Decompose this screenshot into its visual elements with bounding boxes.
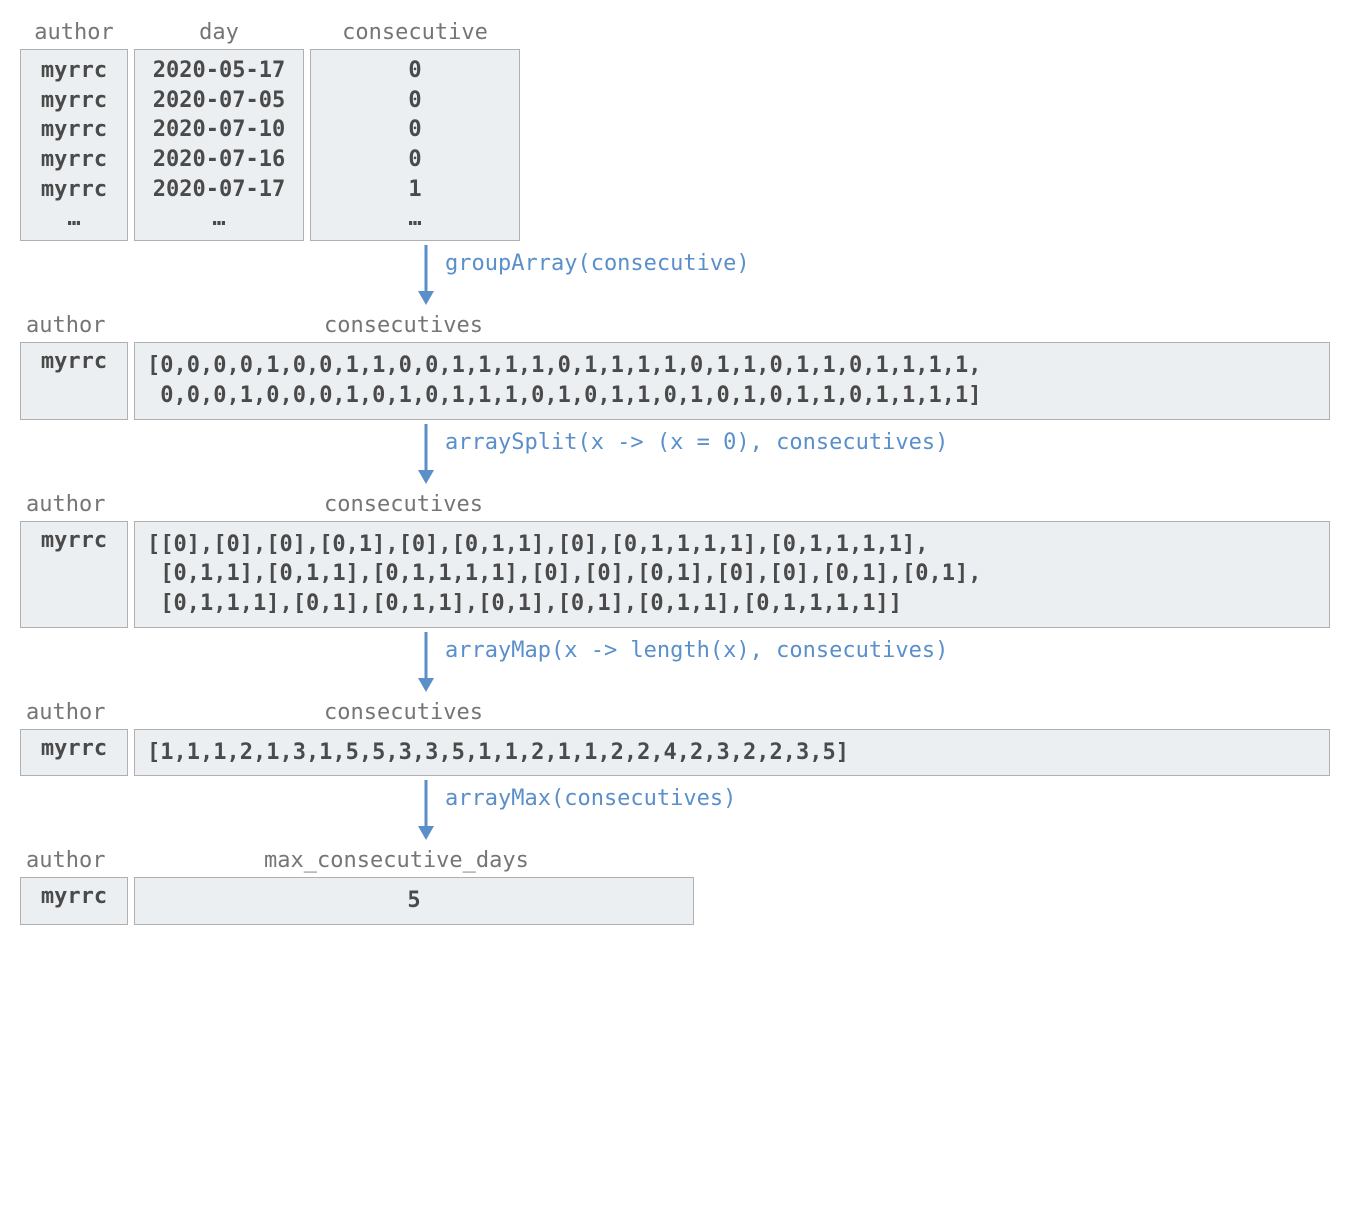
- arrow-down-icon: [415, 780, 437, 840]
- arrow-step1: groupArray(consecutive): [415, 245, 1330, 305]
- table4-value: [1,1,1,2,1,3,1,5,5,3,3,5,1,1,2,1,1,2,2,4…: [134, 729, 1330, 777]
- arrow-down-icon: [415, 424, 437, 484]
- header-consecutive: consecutive: [310, 20, 520, 45]
- annotation-grouparray: groupArray(consecutive): [445, 251, 750, 276]
- header-author: author: [20, 492, 128, 517]
- table1-headers: author day consecutive: [20, 20, 1330, 45]
- header-author: author: [20, 313, 128, 338]
- table3-row: myrrc [[0],[0],[0],[0,1],[0],[0,1,1],[0]…: [20, 521, 1330, 628]
- arrow-down-icon: [415, 632, 437, 692]
- header-consecutives: consecutives: [134, 313, 1330, 338]
- table3-author: myrrc: [20, 521, 128, 628]
- annotation-arraymap: arrayMap(x -> length(x), consecutives): [445, 638, 948, 663]
- step-final-result: author max_consecutive_days myrrc 5: [20, 848, 1330, 925]
- table5-row: myrrc 5: [20, 877, 1330, 925]
- header-consecutives: consecutives: [134, 492, 1330, 517]
- header-author: author: [20, 700, 128, 725]
- table4-headers: author consecutives: [20, 700, 1330, 725]
- table1-row: myrrcmyrrcmyrrcmyrrcmyrrc… 2020-05-17202…: [20, 49, 1330, 241]
- header-consecutives: consecutives: [134, 700, 1330, 725]
- table5-headers: author max_consecutive_days: [20, 848, 1330, 873]
- table1-consecutive-cell: 00001…: [310, 49, 520, 241]
- table1-day-cell: 2020-05-172020-07-052020-07-102020-07-16…: [134, 49, 304, 241]
- header-day: day: [134, 20, 304, 45]
- table4-author: myrrc: [20, 729, 128, 777]
- table2-value: [0,0,0,0,1,0,0,1,1,0,0,1,1,1,1,0,1,1,1,1…: [134, 342, 1330, 419]
- step-arraymap-result: author consecutives myrrc [1,1,1,2,1,3,1…: [20, 700, 1330, 777]
- table3-value: [[0],[0],[0],[0,1],[0],[0,1,1],[0],[0,1,…: [134, 521, 1330, 628]
- annotation-arraysplit: arraySplit(x -> (x = 0), consecutives): [445, 430, 948, 455]
- table5-value: 5: [134, 877, 694, 925]
- step-initial-table: author day consecutive myrrcmyrrcmyrrcmy…: [20, 20, 1330, 241]
- step-grouparray-result: author consecutives myrrc [0,0,0,0,1,0,0…: [20, 313, 1330, 419]
- arrow-step4: arrayMax(consecutives): [415, 780, 1330, 840]
- header-author: author: [20, 20, 128, 45]
- arrow-step2: arraySplit(x -> (x = 0), consecutives): [415, 424, 1330, 484]
- table2-row: myrrc [0,0,0,0,1,0,0,1,1,0,0,1,1,1,1,0,1…: [20, 342, 1330, 419]
- arrow-down-icon: [415, 245, 437, 305]
- table2-headers: author consecutives: [20, 313, 1330, 338]
- annotation-arraymax: arrayMax(consecutives): [445, 786, 736, 811]
- table5-author: myrrc: [20, 877, 128, 925]
- table3-headers: author consecutives: [20, 492, 1330, 517]
- table1-author-cell: myrrcmyrrcmyrrcmyrrcmyrrc…: [20, 49, 128, 241]
- step-arraysplit-result: author consecutives myrrc [[0],[0],[0],[…: [20, 492, 1330, 628]
- arrow-step3: arrayMap(x -> length(x), consecutives): [415, 632, 1330, 692]
- header-max-consecutive-days: max_consecutive_days: [134, 848, 1330, 873]
- table2-author: myrrc: [20, 342, 128, 419]
- table4-row: myrrc [1,1,1,2,1,3,1,5,5,3,3,5,1,1,2,1,1…: [20, 729, 1330, 777]
- header-author: author: [20, 848, 128, 873]
